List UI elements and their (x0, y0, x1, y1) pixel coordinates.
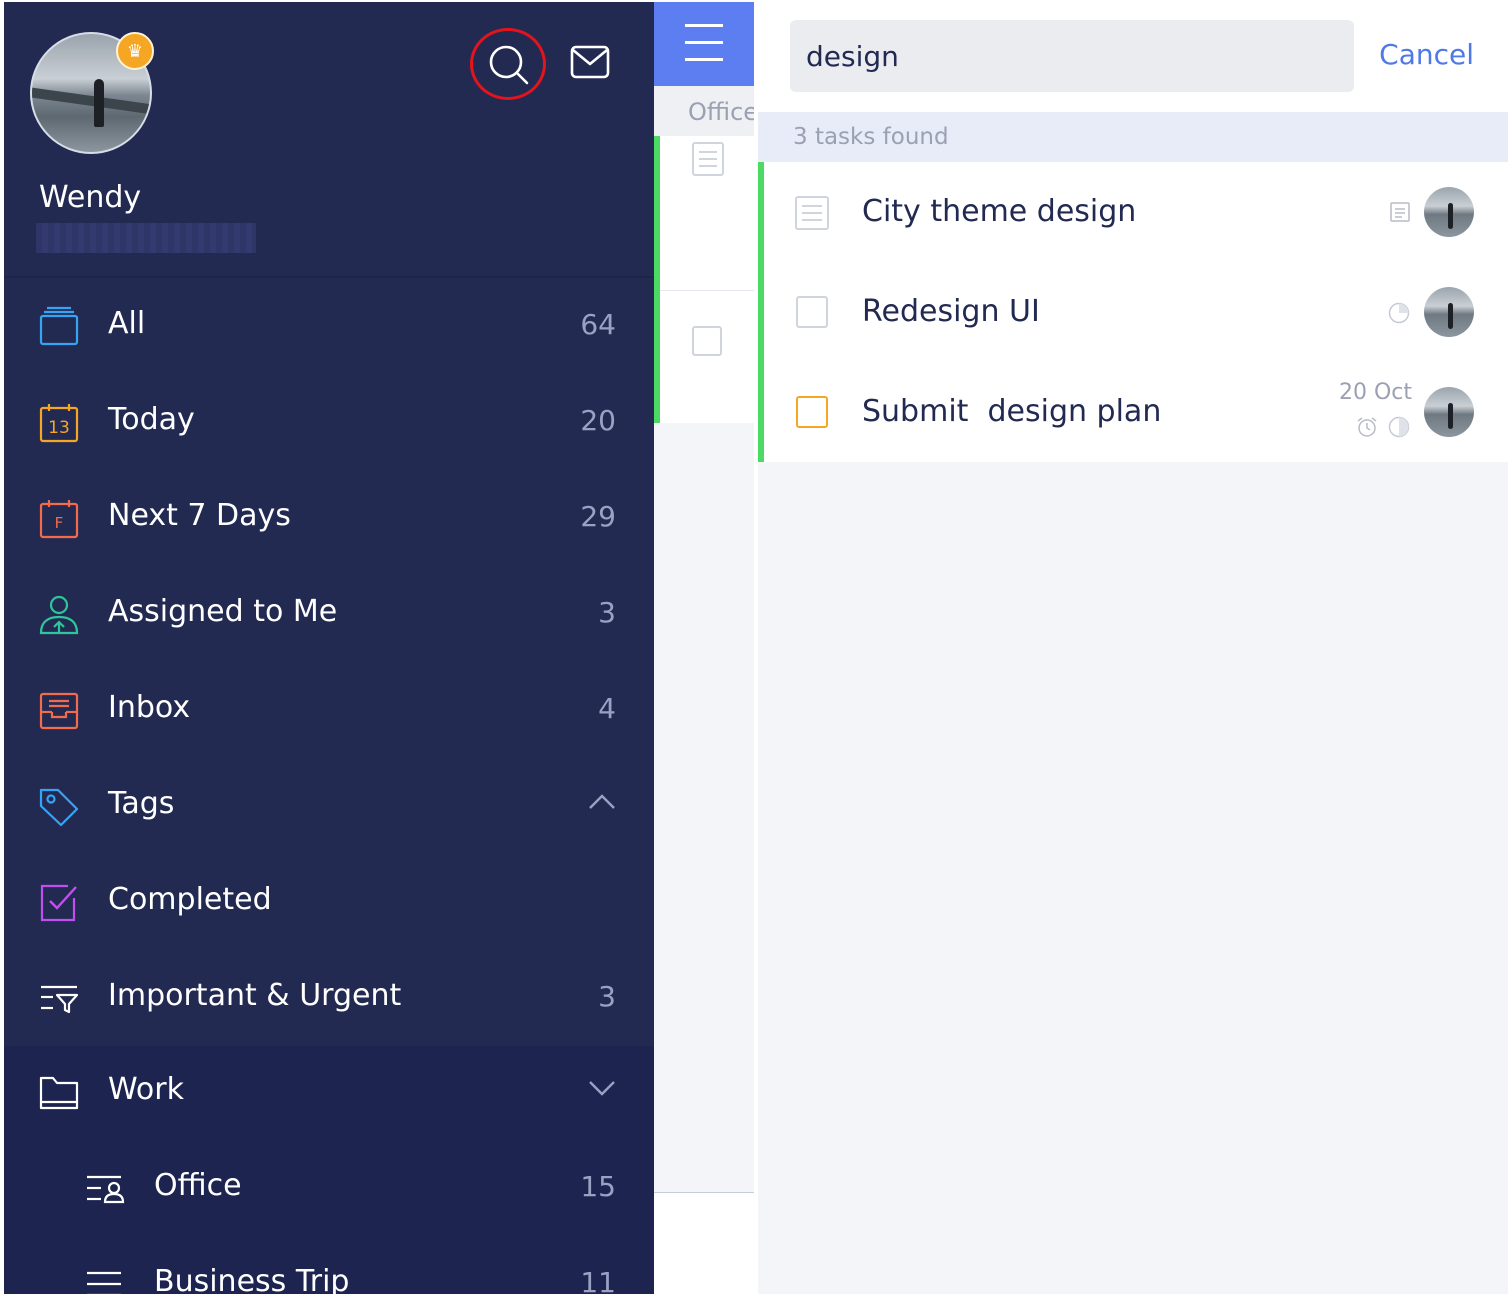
sidebar: ♛ Wendy All 64 13 Today 20 F Next 7 Days… (4, 2, 654, 1294)
task-title: City theme design (862, 194, 1137, 229)
sidebar-item-important-urgent[interactable]: Important & Urgent 3 (4, 952, 654, 1048)
note-icon (795, 196, 829, 230)
sidebar-item-label: Business Trip (154, 1264, 350, 1294)
list-color-strip (758, 162, 764, 462)
filter-icon (41, 985, 79, 1014)
task-title: Redesign UI (862, 294, 1040, 329)
task-title: Submit design plan (862, 394, 1162, 429)
sidebar-item-tags[interactable]: Tags (4, 760, 654, 856)
assignee-avatar (1424, 287, 1474, 337)
sidebar-item-label: Work (108, 1072, 184, 1107)
sidebar-item-today[interactable]: 13 Today 20 (4, 376, 654, 472)
search-result-row[interactable]: City theme design (758, 162, 1508, 262)
sidebar-item-inbox[interactable]: Inbox 4 (4, 664, 654, 760)
due-date: 20 Oct (1338, 380, 1412, 405)
user-email-redacted (36, 223, 256, 253)
folder-icon (39, 1076, 79, 1110)
mail-icon (570, 45, 610, 79)
assigned-user-icon (39, 595, 79, 635)
tag-icon (39, 788, 79, 827)
search-panel: Cancel 3 tasks found City theme design (758, 2, 1508, 1294)
sidebar-item-business-trip[interactable]: Business Trip 11 (4, 1238, 654, 1294)
header-divider (4, 276, 654, 278)
task-row[interactable] (654, 291, 754, 423)
inbox-icon (39, 692, 79, 730)
list-title: Office (688, 98, 754, 126)
task-list-pane: Office (654, 2, 754, 1294)
list-footer (654, 1193, 754, 1294)
description-icon (1390, 202, 1410, 222)
results-summary-bar: 3 tasks found (758, 112, 1508, 162)
sidebar-item-label: All (108, 306, 146, 341)
svg-text:13: 13 (48, 418, 70, 438)
sidebar-item-label: Inbox (108, 690, 191, 725)
search-results-list: City theme design Redesign UI Submit des… (758, 162, 1508, 462)
search-field[interactable] (790, 20, 1354, 92)
sidebar-item-label: Today (108, 402, 195, 437)
search-input[interactable] (806, 20, 1336, 92)
sidebar-item-label: Next 7 Days (108, 498, 291, 533)
work-folder-section: Work Office 15 Business Trip 11 (4, 1046, 654, 1294)
menu-icon[interactable] (674, 14, 734, 74)
search-icon (489, 45, 529, 85)
sidebar-item-next-7-days[interactable]: F Next 7 Days 29 (4, 472, 654, 568)
user-avatar-container[interactable]: ♛ (30, 32, 154, 154)
sidebar-item-work[interactable]: Work (4, 1046, 654, 1142)
sidebar-item-label: Assigned to Me (108, 594, 338, 629)
alarm-clock-icon (1357, 417, 1377, 437)
chevron-down-icon[interactable] (588, 1078, 616, 1096)
search-header: Cancel (758, 2, 1508, 112)
results-count: 3 tasks found (793, 124, 949, 150)
shared-list-icon (87, 1175, 125, 1204)
svg-text:F: F (55, 514, 64, 532)
calendar-today-icon: 13 (39, 404, 79, 443)
progress-pie-icon (1388, 416, 1410, 438)
sidebar-item-count: 3 (598, 596, 616, 629)
sidebar-item-count: 3 (598, 980, 616, 1013)
list-icon (87, 1271, 121, 1294)
calendar-week-icon: F (39, 500, 79, 539)
note-icon (692, 142, 724, 176)
list-toolbar (654, 2, 754, 86)
sidebar-item-count: 4 (598, 692, 616, 725)
assignee-avatar (1424, 387, 1474, 437)
mail-button[interactable] (570, 44, 610, 84)
search-button[interactable] (470, 28, 546, 100)
cancel-button[interactable]: Cancel (1379, 38, 1474, 71)
premium-crown-icon: ♛ (116, 32, 154, 70)
sidebar-item-count: 11 (580, 1266, 616, 1294)
assignee-avatar (1424, 187, 1474, 237)
completed-check-icon (40, 884, 77, 922)
sidebar-item-label: Completed (108, 882, 272, 917)
sidebar-item-all[interactable]: All 64 (4, 280, 654, 376)
sidebar-item-count: 64 (580, 308, 616, 341)
sidebar-item-assigned-to-me[interactable]: Assigned to Me 3 (4, 568, 654, 664)
sidebar-item-office[interactable]: Office 15 (4, 1142, 654, 1238)
sidebar-item-count: 15 (580, 1170, 616, 1203)
task-checkbox[interactable] (692, 326, 722, 356)
user-name: Wendy (39, 180, 142, 215)
sidebar-item-count: 20 (580, 404, 616, 437)
sidebar-item-count: 29 (580, 500, 616, 533)
task-checkbox[interactable] (796, 296, 828, 328)
sidebar-item-completed[interactable]: Completed (4, 856, 654, 952)
task-checkbox-priority[interactable] (796, 396, 828, 428)
sidebar-item-label: Tags (108, 786, 175, 821)
sidebar-item-label: Office (154, 1168, 242, 1203)
list-color-strip (654, 136, 660, 423)
search-result-row[interactable]: Redesign UI (758, 262, 1508, 362)
chevron-up-icon[interactable] (588, 792, 616, 810)
all-tasks-icon (39, 306, 79, 346)
sidebar-item-label: Important & Urgent (108, 978, 402, 1013)
search-result-row[interactable]: Submit design plan 20 Oct (758, 362, 1508, 462)
progress-pie-icon (1388, 302, 1410, 324)
